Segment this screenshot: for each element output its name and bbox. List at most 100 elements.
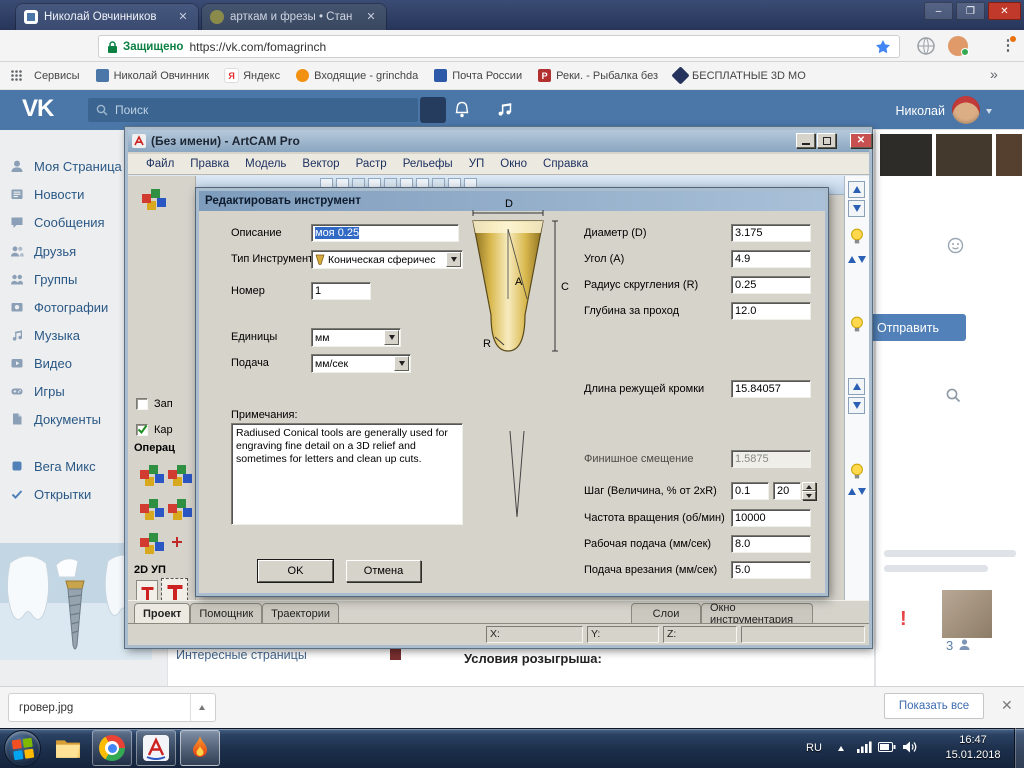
- toolpath-icon[interactable]: [140, 470, 149, 479]
- units-select[interactable]: мм: [311, 328, 401, 347]
- feed-rate-input[interactable]: [731, 535, 811, 553]
- vk-username[interactable]: Николай: [870, 104, 945, 118]
- description-input[interactable]: моя 0.25: [311, 224, 459, 242]
- bookmark-star-icon[interactable]: [875, 39, 891, 55]
- pass-depth-input[interactable]: [731, 302, 811, 320]
- toolpath-icon[interactable]: [140, 504, 149, 513]
- show-all-downloads-button[interactable]: Показать все: [884, 693, 984, 719]
- bookmark-item-fishing[interactable]: Р Реки. - Рыбалка без: [538, 69, 658, 82]
- network-signal-icon[interactable]: [856, 740, 872, 754]
- sidebar-item-photos[interactable]: Фотографии: [10, 296, 108, 318]
- sidebar-item-news[interactable]: Новости: [10, 183, 84, 205]
- tab-layers[interactable]: Слои: [631, 603, 701, 623]
- bookmark-item-russian-post[interactable]: Почта России: [434, 69, 522, 82]
- bookmark-item-vk-profile[interactable]: Николай Овчинник: [95, 69, 209, 82]
- sidebar-item-groups[interactable]: Группы: [10, 268, 77, 290]
- diameter-input[interactable]: [731, 224, 811, 242]
- address-bar[interactable]: Защищено https://vk.com/fomagrinch: [98, 35, 900, 58]
- scroll-up-button[interactable]: [848, 181, 865, 198]
- menu-window[interactable]: Окно: [492, 158, 535, 170]
- apps-grid-icon[interactable]: [10, 69, 23, 82]
- battery-icon[interactable]: [878, 742, 896, 752]
- move-arrows-icon[interactable]: [848, 488, 866, 495]
- tab-project[interactable]: Проект: [134, 603, 191, 623]
- ok-button[interactable]: OK: [258, 560, 333, 582]
- window-minimize-button[interactable]: –: [924, 2, 953, 20]
- browser-tab-forum[interactable]: арткам и фрезы • Стан ✕: [202, 4, 386, 30]
- toolpath-icon[interactable]: [140, 538, 149, 547]
- dropdown-button[interactable]: [384, 330, 399, 345]
- menu-model[interactable]: Модель: [237, 158, 294, 170]
- project-tree-icon[interactable]: [142, 194, 151, 203]
- sidebar-item-profile[interactable]: Моя Страница: [10, 155, 122, 177]
- menu-toolpaths[interactable]: УП: [461, 158, 493, 170]
- smiley-icon[interactable]: [947, 237, 964, 254]
- scroll-down-button[interactable]: [848, 397, 865, 414]
- start-button[interactable]: [4, 730, 41, 767]
- sidebar-item-vega-mix[interactable]: Вега Микс: [10, 455, 96, 477]
- feed-units-select[interactable]: мм/сек: [311, 354, 411, 373]
- tab-close-icon[interactable]: ✕: [364, 10, 378, 24]
- clock-time[interactable]: 16:47: [938, 734, 1008, 746]
- bookmark-item-inbox[interactable]: Входящие - grinchda: [296, 69, 418, 82]
- bookmark-item-3d-models[interactable]: БЕСПЛАТНЫЕ 3D МО: [671, 66, 806, 85]
- tab-toolpaths[interactable]: Траектории: [262, 603, 339, 623]
- move-arrows-icon[interactable]: [848, 256, 866, 263]
- cancel-button[interactable]: Отмена: [346, 560, 421, 582]
- record-checkbox[interactable]: [136, 398, 148, 410]
- sidebar-item-friends[interactable]: Друзья: [10, 240, 76, 262]
- toolpath-icon[interactable]: [168, 504, 177, 513]
- toolpath-icon[interactable]: [168, 470, 177, 479]
- spindle-speed-input[interactable]: [731, 509, 811, 527]
- bookmark-item-services[interactable]: Сервисы: [29, 70, 80, 82]
- profile-avatar-icon[interactable]: [948, 36, 969, 56]
- stepover-spinner[interactable]: [802, 482, 816, 500]
- bookmark-item-yandex[interactable]: Я Яндекс: [225, 69, 280, 82]
- scroll-down-button[interactable]: [848, 200, 865, 217]
- menu-raster[interactable]: Растр: [348, 158, 395, 170]
- cut-length-input[interactable]: [731, 380, 811, 398]
- corner-radius-input[interactable]: [731, 276, 811, 294]
- tab-tool-window[interactable]: Окно инструментария: [701, 602, 813, 626]
- hint-lightbulb-icon[interactable]: [849, 316, 865, 334]
- tab-close-icon[interactable]: ✕: [176, 10, 190, 24]
- sidebar-item-games[interactable]: Игры: [10, 380, 65, 402]
- dropdown-button[interactable]: [394, 356, 409, 371]
- number-input[interactable]: [311, 282, 371, 300]
- sidebar-item-postcards[interactable]: Открытки: [10, 483, 91, 505]
- bookmarks-overflow-icon[interactable]: »: [990, 66, 998, 82]
- photo-thumbnail[interactable]: [996, 134, 1022, 176]
- download-chevron-icon[interactable]: [199, 705, 205, 710]
- window-close-button[interactable]: ✕: [988, 2, 1021, 20]
- menu-help[interactable]: Справка: [535, 158, 596, 170]
- plunge-rate-input[interactable]: [731, 561, 811, 579]
- menu-reliefs[interactable]: Рельефы: [395, 158, 461, 170]
- sidebar-item-video[interactable]: Видео: [10, 352, 72, 374]
- browser-tab-vk[interactable]: Николай Овчинников ✕: [16, 4, 198, 30]
- notifications-bell-icon[interactable]: [452, 99, 472, 121]
- vk-header-app-tile[interactable]: [420, 97, 446, 123]
- tray-expand-icon[interactable]: [838, 746, 844, 751]
- add-icon[interactable]: [170, 536, 184, 550]
- extension-globe-icon[interactable]: [916, 36, 936, 56]
- artcam-maximize-button[interactable]: [817, 133, 836, 148]
- hint-lightbulb-icon[interactable]: [849, 228, 865, 246]
- stepover-percent-input[interactable]: [773, 482, 801, 500]
- tab-assistant[interactable]: Помощник: [190, 603, 263, 623]
- vk-search-input[interactable]: Поиск: [88, 98, 418, 122]
- volume-icon[interactable]: [902, 740, 918, 754]
- stepover-input[interactable]: [731, 482, 769, 500]
- notes-textarea[interactable]: Radiused Conical tools are generally use…: [231, 423, 463, 525]
- angle-input[interactable]: [731, 250, 811, 268]
- photo-thumbnail[interactable]: [936, 134, 992, 176]
- window-maximize-button[interactable]: ❐: [956, 2, 985, 20]
- magnifier-icon[interactable]: [945, 387, 962, 404]
- download-item[interactable]: гровер.jpg: [8, 693, 216, 722]
- menu-vector[interactable]: Вектор: [294, 158, 347, 170]
- taskbar-chrome-button[interactable]: [92, 730, 132, 766]
- music-note-icon[interactable]: [496, 100, 514, 118]
- language-indicator[interactable]: RU: [806, 742, 822, 754]
- artcam-title-bar[interactable]: (Без имени) - ArtCAM Pro: [128, 130, 869, 152]
- photo-thumbnail[interactable]: [942, 590, 992, 638]
- sidebar-item-messages[interactable]: Сообщения: [10, 211, 105, 233]
